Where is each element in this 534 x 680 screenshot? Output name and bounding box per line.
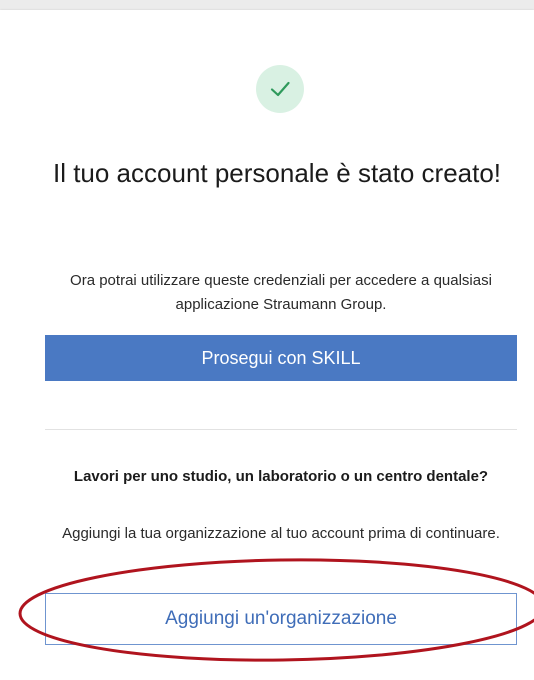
- page-title: Il tuo account personale è stato creato!: [52, 158, 502, 188]
- organization-question: Lavori per uno studio, un laboratorio o …: [73, 468, 489, 485]
- divider: [45, 429, 517, 430]
- continue-button[interactable]: Prosegui con SKILL: [45, 335, 517, 381]
- add-organization-button[interactable]: Aggiungi un'organizzazione: [45, 593, 517, 645]
- success-card: Il tuo account personale è stato creato!…: [0, 10, 534, 680]
- success-badge: [256, 65, 304, 113]
- success-description: Ora potrai utilizzare queste credenziali…: [70, 272, 492, 313]
- check-icon: [270, 81, 290, 97]
- organization-hint: Aggiungi la tua organizzazione al tuo ac…: [62, 525, 500, 542]
